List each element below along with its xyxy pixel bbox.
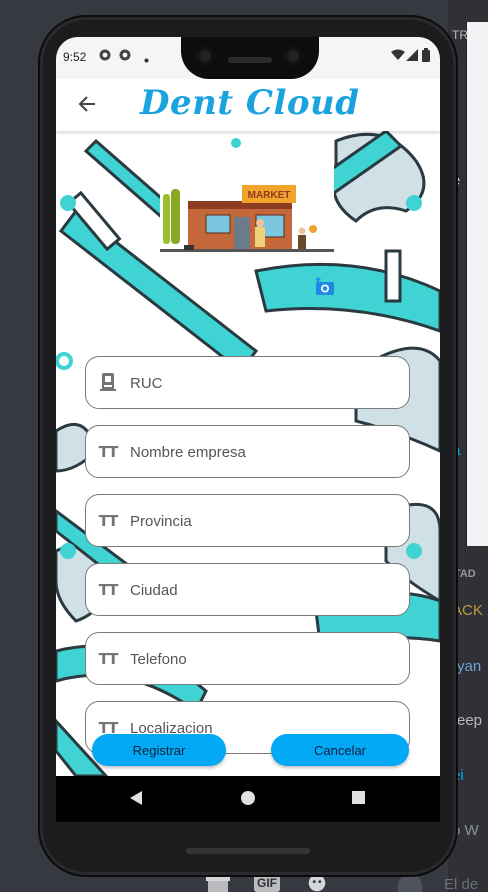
camera-add-icon[interactable] [314,276,336,296]
ciudad-field[interactable]: TT [85,563,410,616]
register-button[interactable]: Registrar [92,734,226,766]
text-format-icon: TT [98,443,119,461]
telefono-input[interactable] [130,647,400,671]
bg-snippet: ACK [452,602,483,619]
provincia-input[interactable] [130,509,400,533]
bg-snippet: reep [452,712,483,729]
nombre-empresa-field[interactable]: TT [85,425,410,478]
text-format-icon: TT [98,581,119,599]
nav-recents-icon[interactable] [351,790,366,810]
nav-back-icon[interactable] [128,790,144,811]
bg-snippet: ryan [452,658,482,675]
status-time: 9:52 [63,50,87,64]
gift-icon[interactable] [206,874,230,892]
provincia-field[interactable]: TT [85,494,410,547]
bg-snippet: El de [444,876,479,892]
ruc-field[interactable] [85,356,410,409]
android-nav-bar [56,776,440,822]
front-camera [195,46,215,66]
camera-notch [181,37,319,79]
store-illustration: MARKET [160,149,334,261]
text-format-icon: TT [98,512,119,530]
emoji-icon[interactable] [304,874,330,892]
phone-screen: 9:52 Dent Cloud MARKET RUC TT Nombre emp… [56,37,440,822]
dot-icon [144,52,149,66]
arrow-left-icon[interactable] [72,89,102,119]
id-badge-icon [98,373,118,393]
app-bar: Dent Cloud [56,79,440,131]
market-sign: MARKET [248,190,291,201]
chrome-icon [99,49,111,64]
bg-snippet: TR [452,28,468,42]
gif-icon[interactable]: GIF [254,874,280,892]
phone-chin [186,848,310,854]
earpiece [228,57,272,63]
background-white-panel [466,22,488,546]
bg-snippet: o W [452,822,479,839]
cancel-button[interactable]: Cancelar [271,734,409,766]
nombre-empresa-input[interactable] [130,440,400,464]
ciudad-input[interactable] [130,578,400,602]
wifi-icon [391,49,405,64]
form-content: MARKET TT [56,131,440,776]
telefono-field[interactable]: TT [85,632,410,685]
app-logo: Dent Cloud [140,83,360,123]
signal-icon [406,49,418,64]
ruc-input[interactable] [130,371,400,395]
avatar[interactable] [398,874,422,892]
battery-icon [422,48,430,65]
text-format-icon: TT [98,650,119,668]
chrome-icon [119,49,131,64]
nav-home-icon[interactable] [240,790,256,811]
front-camera [283,46,303,66]
status-bar: 9:52 [56,37,440,79]
